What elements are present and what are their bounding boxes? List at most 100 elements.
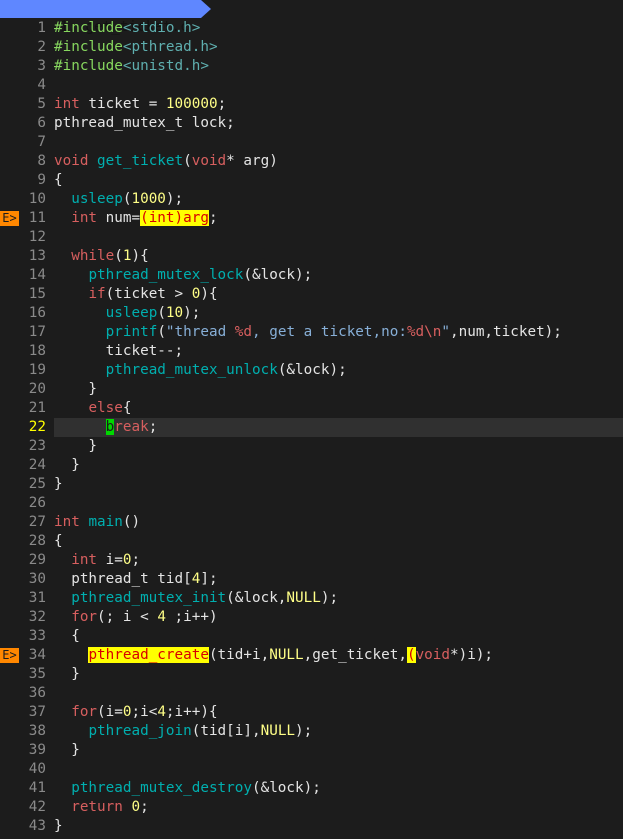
line-text[interactable]: #include<unistd.h>	[54, 57, 623, 76]
code-line[interactable]: 42 return 0;	[0, 798, 623, 817]
code-line[interactable]: 9{	[0, 171, 623, 190]
code-line[interactable]: 27 int main()	[0, 513, 623, 532]
line-number: 11	[28, 210, 46, 226]
line-text[interactable]: for(; i < 4 ;i++)	[54, 608, 623, 627]
line-text[interactable]: int num=(int)arg;	[54, 209, 623, 228]
line-text[interactable]: }	[54, 475, 623, 494]
code-token: "	[441, 324, 450, 340]
line-text[interactable]: pthread_mutex_destroy(&lock);	[54, 779, 623, 798]
line-text[interactable]: pthread_create(tid+i,NULL,get_ticket,(vo…	[54, 646, 623, 665]
code-token: NULL	[286, 590, 321, 606]
line-text[interactable]: int ticket = 100000;	[54, 95, 623, 114]
code-line[interactable]: 24 }	[0, 456, 623, 475]
code-line[interactable]: 10 usleep(1000);	[0, 190, 623, 209]
code-token: 4	[157, 704, 166, 720]
line-text[interactable]: }	[54, 817, 623, 836]
line-text[interactable]: void get_ticket(void* arg)	[54, 152, 623, 171]
code-line[interactable]: 6 pthread_mutex_t lock;	[0, 114, 623, 133]
line-text[interactable]: pthread_mutex_init(&lock,NULL);	[54, 589, 623, 608]
line-text[interactable]: int main()	[54, 513, 623, 532]
code-line[interactable]: 2 #include<pthread.h>	[0, 38, 623, 57]
line-text[interactable]: #include<stdio.h>	[54, 19, 623, 38]
code-line[interactable]: 20 }	[0, 380, 623, 399]
code-line[interactable]: 31 pthread_mutex_init(&lock,NULL);	[0, 589, 623, 608]
code-line[interactable]: 37 for(i=0;i<4;i++){	[0, 703, 623, 722]
code-token: (&lock);	[243, 267, 313, 283]
code-line[interactable]: 18 ticket--;	[0, 342, 623, 361]
code-line[interactable]: 19 pthread_mutex_unlock(&lock);	[0, 361, 623, 380]
line-text[interactable]: usleep(1000);	[54, 190, 623, 209]
line-text[interactable]: #include<pthread.h>	[54, 38, 623, 57]
line-text[interactable]: {	[54, 171, 623, 190]
line-text[interactable]: pthread_mutex_unlock(&lock);	[54, 361, 623, 380]
code-line[interactable]: 28 {	[0, 532, 623, 551]
code-line[interactable]: 41 pthread_mutex_destroy(&lock);	[0, 779, 623, 798]
code-line[interactable]: E> 11 int num=(int)arg;	[0, 209, 623, 228]
code-line[interactable]: 23 }	[0, 437, 623, 456]
code-line[interactable]: 15 if(ticket > 0){	[0, 285, 623, 304]
line-text[interactable]: return 0;	[54, 798, 623, 817]
line-number: 33	[28, 628, 46, 644]
code-line[interactable]: 35 }	[0, 665, 623, 684]
line-text[interactable]: {	[54, 627, 623, 646]
line-text[interactable]: usleep(10);	[54, 304, 623, 323]
code-line[interactable]: 26	[0, 494, 623, 513]
code-line[interactable]: 13 while(1){	[0, 247, 623, 266]
code-line[interactable]: 38 pthread_join(tid[i],NULL);	[0, 722, 623, 741]
code-line[interactable]: 22 break;	[0, 418, 623, 437]
code-token: 4	[157, 609, 166, 625]
code-line[interactable]: 43}	[0, 817, 623, 836]
buffer-tab[interactable]: 1: get_ticket.c	[0, 0, 201, 35]
code-line[interactable]: 33 {	[0, 627, 623, 646]
code-line[interactable]: 17 printf("thread %d, get a ticket,no:%d…	[0, 323, 623, 342]
line-text[interactable]: for(i=0;i<4;i++){	[54, 703, 623, 722]
code-line[interactable]: 25}	[0, 475, 623, 494]
line-text[interactable]: pthread_t tid[4];	[54, 570, 623, 589]
code-line[interactable]: 30 pthread_t tid[4];	[0, 570, 623, 589]
code-line[interactable]: E> 34 pthread_create(tid+i,NULL,get_ticke…	[0, 646, 623, 665]
code-token: (tid+i,	[208, 647, 270, 663]
code-line[interactable]: 36	[0, 684, 623, 703]
line-text[interactable]: }	[54, 741, 623, 760]
line-text[interactable]: }	[54, 380, 623, 399]
line-text[interactable]: pthread_mutex_t lock;	[54, 114, 623, 133]
line-text[interactable]: }	[54, 456, 623, 475]
line-text[interactable]: pthread_mutex_lock(&lock);	[54, 266, 623, 285]
code-line[interactable]: 14 pthread_mutex_lock(&lock);	[0, 266, 623, 285]
code-line[interactable]: 3 #include<unistd.h>	[0, 57, 623, 76]
line-number: 5	[37, 96, 46, 112]
code-line[interactable]: 1 #include<stdio.h>	[0, 19, 623, 38]
code-line[interactable]: 16 usleep(10);	[0, 304, 623, 323]
code-token: int	[71, 552, 98, 568]
line-number: 24	[28, 457, 46, 473]
code-line[interactable]: 7	[0, 133, 623, 152]
line-text[interactable]: while(1){	[54, 247, 623, 266]
line-text[interactable]: pthread_join(tid[i],NULL);	[54, 722, 623, 741]
code-line[interactable]: 32 for(; i < 4 ;i++)	[0, 608, 623, 627]
line-text[interactable]: break;	[54, 418, 623, 437]
code-line[interactable]: 12	[0, 228, 623, 247]
code-line[interactable]: 39 }	[0, 741, 623, 760]
line-text[interactable]: }	[54, 437, 623, 456]
line-number: 28	[28, 533, 46, 549]
line-text[interactable]: }	[54, 665, 623, 684]
code-line[interactable]: 21 else{	[0, 399, 623, 418]
line-text[interactable]: printf("thread %d, get a ticket,no:%d\n"…	[54, 323, 623, 342]
line-text[interactable]: int i=0;	[54, 551, 623, 570]
vim-editor[interactable]: 1: get_ticket.c 1 #include<stdio.h> 2 #incl…	[0, 0, 623, 839]
line-text[interactable]: ticket--;	[54, 342, 623, 361]
line-text[interactable]: if(ticket > 0){	[54, 285, 623, 304]
code-line[interactable]: 5 int ticket = 100000;	[0, 95, 623, 114]
code-line[interactable]: 4	[0, 76, 623, 95]
error-highlight: (	[406, 647, 416, 663]
code-line[interactable]: 8 void get_ticket(void* arg)	[0, 152, 623, 171]
line-text[interactable]: else{	[54, 399, 623, 418]
line-text[interactable]: {	[54, 532, 623, 551]
code-token: );	[295, 723, 313, 739]
code-line[interactable]: 29 int i=0;	[0, 551, 623, 570]
code-area[interactable]: 1 #include<stdio.h> 2 #include<pthread.h> 3 #…	[0, 19, 623, 836]
code-line[interactable]: 40	[0, 760, 623, 779]
line-number: 35	[28, 666, 46, 682]
